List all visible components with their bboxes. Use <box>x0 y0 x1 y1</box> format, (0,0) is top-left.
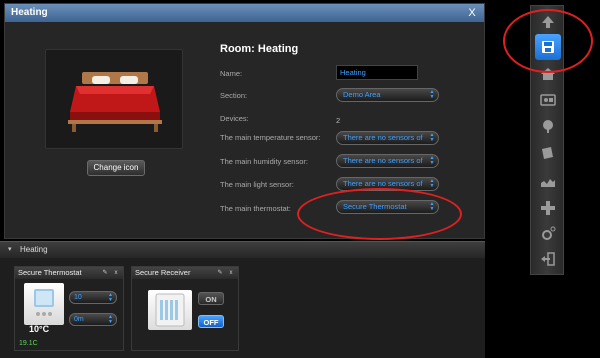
thermostat-select[interactable]: Secure Thermostat ▲ ▼ <box>336 200 439 214</box>
receiver-image <box>148 290 192 330</box>
wrench-icon[interactable]: ✎ <box>216 269 224 277</box>
chart-icon[interactable] <box>538 171 558 191</box>
devices-count: 2 <box>336 116 341 125</box>
name-input[interactable]: Heating <box>336 65 418 80</box>
on-button[interactable]: ON <box>198 292 224 305</box>
spinner-arrows-icon: ▲ ▼ <box>429 132 435 143</box>
section-select[interactable]: Demo Area ▲ ▼ <box>336 88 439 102</box>
spinner-arrows-icon: ▲ ▼ <box>108 314 113 325</box>
setpoint-value: 10 <box>74 294 82 301</box>
thermostat-value: Secure Thermostat <box>343 202 407 211</box>
temperature-sensor-label: The main temperature sensor: <box>220 133 321 142</box>
temperature-sensor-select[interactable]: There are no sensors of ▲ ▼ <box>336 131 439 145</box>
spinner-arrows-icon: ▲ ▼ <box>108 292 113 303</box>
camera-icon[interactable] <box>538 143 558 163</box>
spinner-arrows-icon: ▲ ▼ <box>429 155 435 166</box>
side-toolbar <box>530 5 564 275</box>
wrench-icon[interactable]: ✎ <box>101 269 109 277</box>
humidity-sensor-select[interactable]: There are no sensors of ▲ ▼ <box>336 154 439 168</box>
screen: Heating X Change icon Room: Heating Name… <box>0 0 600 358</box>
name-label: Name: <box>220 69 243 78</box>
temperature-sensor-value: There are no sensors of <box>343 133 423 142</box>
home-icon[interactable] <box>538 64 558 84</box>
section-label: Section: <box>220 91 248 100</box>
change-icon-button[interactable]: Change icon <box>87 160 145 176</box>
close-button[interactable]: X <box>465 4 479 22</box>
thermostat-widget: Secure Thermostat ✎ x 10 ▲ ▼ 0m ▲ ▼ <box>14 266 124 351</box>
close-icon[interactable]: x <box>227 269 235 277</box>
light-sensor-label: The main light sensor: <box>220 180 294 189</box>
room-dialog: Heating X Change icon Room: Heating Name… <box>4 3 485 239</box>
temperature-sub-reading: 19.1C <box>19 340 38 347</box>
dialog-title: Heating <box>5 4 484 22</box>
chevron-down-icon: ▾ <box>8 246 12 253</box>
thermostat-image <box>24 283 64 325</box>
light-sensor-value: There are no sensors of <box>343 179 423 188</box>
humidity-sensor-label: The main humidity sensor: <box>220 157 308 166</box>
bed-icon <box>68 72 162 132</box>
light-sensor-select[interactable]: There are no sensors of ▲ ▼ <box>336 177 439 191</box>
settings-icon[interactable] <box>538 224 558 244</box>
mode-value: 0m <box>74 316 84 323</box>
room-title: Room: Heating <box>220 43 299 55</box>
up-arrow-icon[interactable] <box>538 12 558 32</box>
plugins-icon[interactable] <box>538 198 558 218</box>
dot-icon[interactable] <box>538 116 558 136</box>
off-button[interactable]: OFF <box>198 315 224 328</box>
close-icon[interactable]: x <box>112 269 120 277</box>
section-select-value: Demo Area <box>343 90 381 99</box>
scenes-icon[interactable] <box>538 90 558 110</box>
save-icon[interactable] <box>535 34 561 60</box>
setpoint-spinner[interactable]: 10 ▲ ▼ <box>69 291 117 304</box>
spinner-arrows-icon: ▲ ▼ <box>429 89 435 100</box>
mode-spinner[interactable]: 0m ▲ ▼ <box>69 313 117 326</box>
humidity-sensor-value: There are no sensors of <box>343 156 423 165</box>
heating-group-header[interactable]: ▾ Heating <box>0 241 485 258</box>
temperature-readout: 10°C <box>29 324 50 334</box>
group-label: Heating <box>20 245 48 254</box>
spinner-arrows-icon: ▲ ▼ <box>429 178 435 189</box>
spinner-arrows-icon: ▲ ▼ <box>429 201 435 212</box>
devices-label: Devices: <box>220 114 249 123</box>
logout-icon[interactable] <box>538 249 558 269</box>
thermostat-label: The main thermostat: <box>220 204 291 213</box>
room-icon-frame <box>45 49 183 149</box>
